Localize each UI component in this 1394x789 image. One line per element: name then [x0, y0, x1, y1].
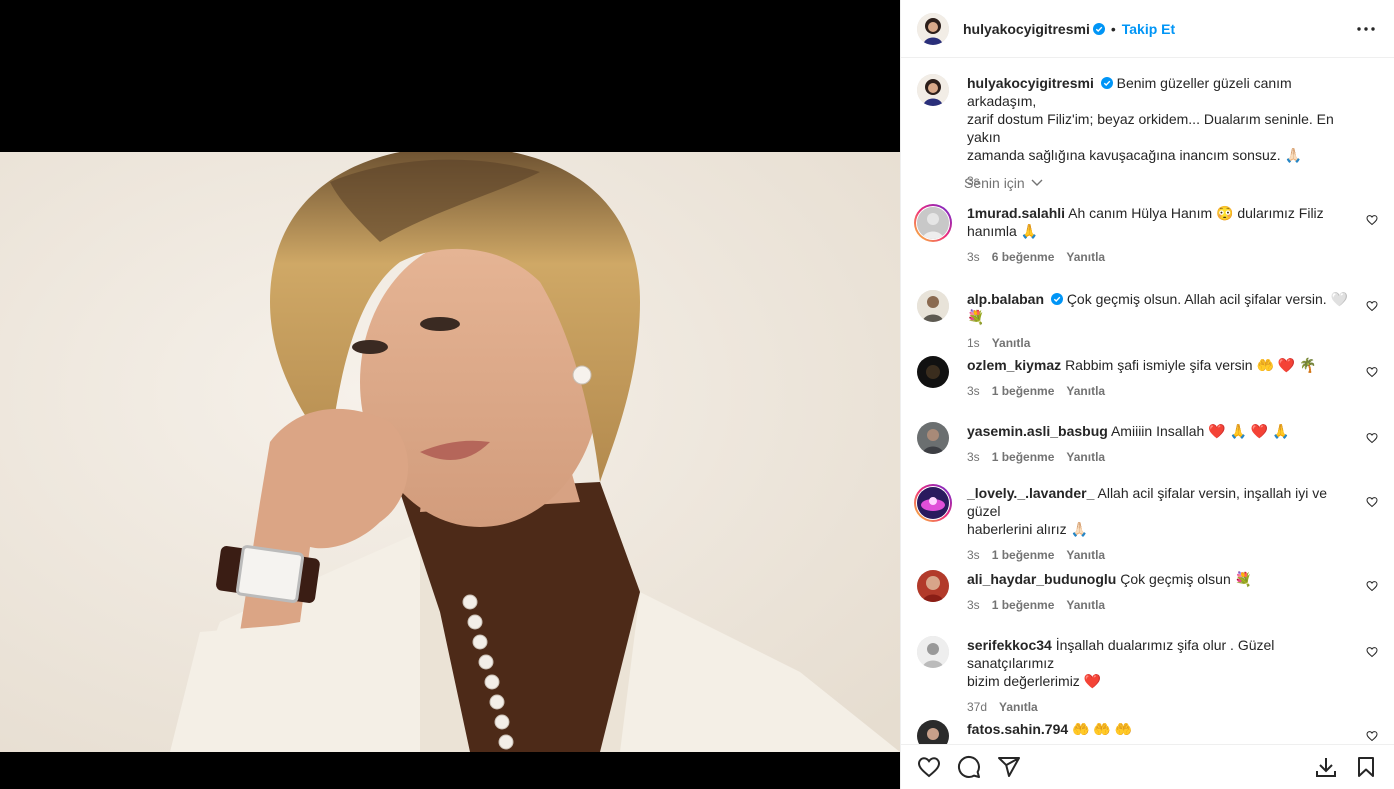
commenter-avatar [917, 487, 949, 519]
download-icon[interactable] [1314, 755, 1338, 779]
separator-dot: • [1110, 20, 1116, 37]
like-icon[interactable] [917, 755, 941, 779]
comment-text-line2: hanımla 🙏 [967, 223, 1039, 239]
post-action-bar [901, 744, 1394, 789]
like-comment-icon[interactable] [1366, 214, 1378, 226]
like-comment-icon[interactable] [1366, 580, 1378, 592]
verified-badge-icon [1092, 22, 1105, 35]
comment-likes[interactable]: 1 beğenme [992, 382, 1055, 400]
comment-time[interactable]: 3s [967, 448, 980, 466]
like-comment-icon[interactable] [1366, 496, 1378, 508]
post-caption: hulyakocyigitresmi Benim güzeller güzeli… [917, 74, 1384, 190]
commenter-avatar[interactable] [917, 720, 949, 744]
comment-time[interactable]: 1s [967, 334, 980, 352]
reply-button[interactable]: Yanıtla [992, 334, 1031, 352]
comment-item: yasemin.asli_basbug Amiiiin Insallah ❤️ … [917, 422, 1384, 466]
story-ring[interactable] [914, 204, 952, 242]
commenter-avatar [917, 207, 949, 239]
comments-list[interactable]: hulyakocyigitresmi Benim güzeller güzeli… [901, 58, 1394, 744]
verified-badge-icon [1100, 77, 1113, 89]
save-icon[interactable] [1354, 755, 1378, 779]
comment-username[interactable]: fatos.sahin.794 [967, 721, 1068, 737]
commenter-avatar[interactable] [917, 570, 949, 602]
comment-item: fatos.sahin.794 🤲 🤲 🤲 [917, 720, 1384, 744]
comment-text-line2: bizim değerlerimiz ❤️ [967, 673, 1102, 689]
caption-text-line2: zarif dostum Filiz'im; beyaz orkidem... … [967, 111, 1334, 145]
comment-filter-label: Senin için [964, 175, 1025, 191]
like-comment-icon[interactable] [1366, 730, 1378, 742]
comment-item: serifekkoc34 İnşallah dualarımız şifa ol… [917, 636, 1384, 716]
reply-button[interactable]: Yanıtla [999, 698, 1038, 716]
comment-time[interactable]: 3s [967, 546, 980, 564]
like-comment-icon[interactable] [1366, 366, 1378, 378]
caption-text-line3: zamanda sağlığına kavuşacağına inancım s… [967, 147, 1302, 163]
commenter-avatar[interactable] [917, 356, 949, 388]
comment-likes[interactable]: 1 beğenme [992, 546, 1055, 564]
comment-text: Ah canım Hülya Hanım 😳 dularımız Filiz [1068, 205, 1324, 221]
comment-time[interactable]: 3s [967, 596, 980, 614]
comment-text: 🤲 🤲 🤲 [1072, 721, 1133, 737]
comment-text-line2: haberlerini alırız 🙏🏻 [967, 521, 1088, 537]
reply-button[interactable]: Yanıtla [1066, 382, 1105, 400]
comment-time[interactable]: 37d [967, 698, 987, 716]
post-header: hulyakocyigitresmi • Takip Et [901, 0, 1394, 58]
commenter-avatar[interactable] [917, 636, 949, 668]
comment-text: Amiiiin Insallah ❤️ 🙏 ❤️ 🙏 [1110, 423, 1290, 439]
author-username[interactable]: hulyakocyigitresmi [963, 21, 1090, 37]
commenter-avatar[interactable] [917, 290, 949, 322]
reply-button[interactable]: Yanıtla [1066, 596, 1105, 614]
commenter-avatar[interactable] [917, 422, 949, 454]
comment-username[interactable]: ali_haydar_budunoglu [967, 571, 1116, 587]
like-comment-icon[interactable] [1366, 300, 1378, 312]
like-comment-icon[interactable] [1366, 646, 1378, 658]
comment-filter-dropdown[interactable]: Senin için [964, 175, 1043, 191]
comment-item: _lovely._.lavander_ Allah acil şifalar v… [914, 484, 1384, 564]
comment-time[interactable]: 3s [967, 382, 980, 400]
post-photo [0, 152, 900, 752]
comment-item: 1murad.salahli Ah canım Hülya Hanım 😳 du… [914, 204, 1384, 266]
comment-item: ali_haydar_budunoglu Çok geçmiş olsun 💐 … [917, 570, 1384, 614]
comment-text: Çok geçmiş olsun 💐 [1120, 571, 1253, 587]
comment-username[interactable]: ozlem_kiymaz [967, 357, 1061, 373]
comment-username[interactable]: serifekkoc34 [967, 637, 1052, 653]
reply-button[interactable]: Yanıtla [1066, 546, 1105, 564]
author-avatar[interactable] [917, 12, 949, 45]
comment-username[interactable]: 1murad.salahli [967, 205, 1065, 221]
follow-button[interactable]: Takip Et [1122, 21, 1175, 37]
chevron-down-icon [1031, 179, 1043, 186]
comment-icon[interactable] [957, 755, 981, 779]
more-options-icon[interactable] [1354, 17, 1378, 41]
comment-username[interactable]: yasemin.asli_basbug [967, 423, 1108, 439]
comment-likes[interactable]: 6 beğenme [992, 248, 1055, 266]
comment-likes[interactable]: 1 beğenme [992, 448, 1055, 466]
comment-item: ozlem_kiymaz Rabbim şafi ismiyle şifa ve… [917, 356, 1384, 400]
comment-username[interactable]: alp.balaban [967, 291, 1044, 307]
like-comment-icon[interactable] [1366, 432, 1378, 444]
reply-button[interactable]: Yanıtla [1066, 248, 1105, 266]
comment-item: alp.balaban Çok geçmiş olsun. Allah acil… [917, 290, 1384, 352]
author-avatar[interactable] [917, 74, 949, 106]
caption-username[interactable]: hulyakocyigitresmi [967, 75, 1094, 91]
verified-badge-icon [1050, 293, 1063, 305]
comment-likes[interactable]: 1 beğenme [992, 596, 1055, 614]
reply-button[interactable]: Yanıtla [1066, 448, 1105, 466]
comment-time[interactable]: 3s [967, 248, 980, 266]
story-ring[interactable] [914, 484, 952, 522]
comment-username[interactable]: _lovely._.lavander_ [967, 485, 1094, 501]
share-icon[interactable] [997, 755, 1021, 779]
post-media[interactable] [0, 0, 900, 789]
post-side-panel: hulyakocyigitresmi • Takip Et hulyakocyi… [900, 0, 1394, 789]
comment-text: Rabbim şafi ismiyle şifa versin 🤲 ❤️ 🌴 [1065, 357, 1317, 373]
